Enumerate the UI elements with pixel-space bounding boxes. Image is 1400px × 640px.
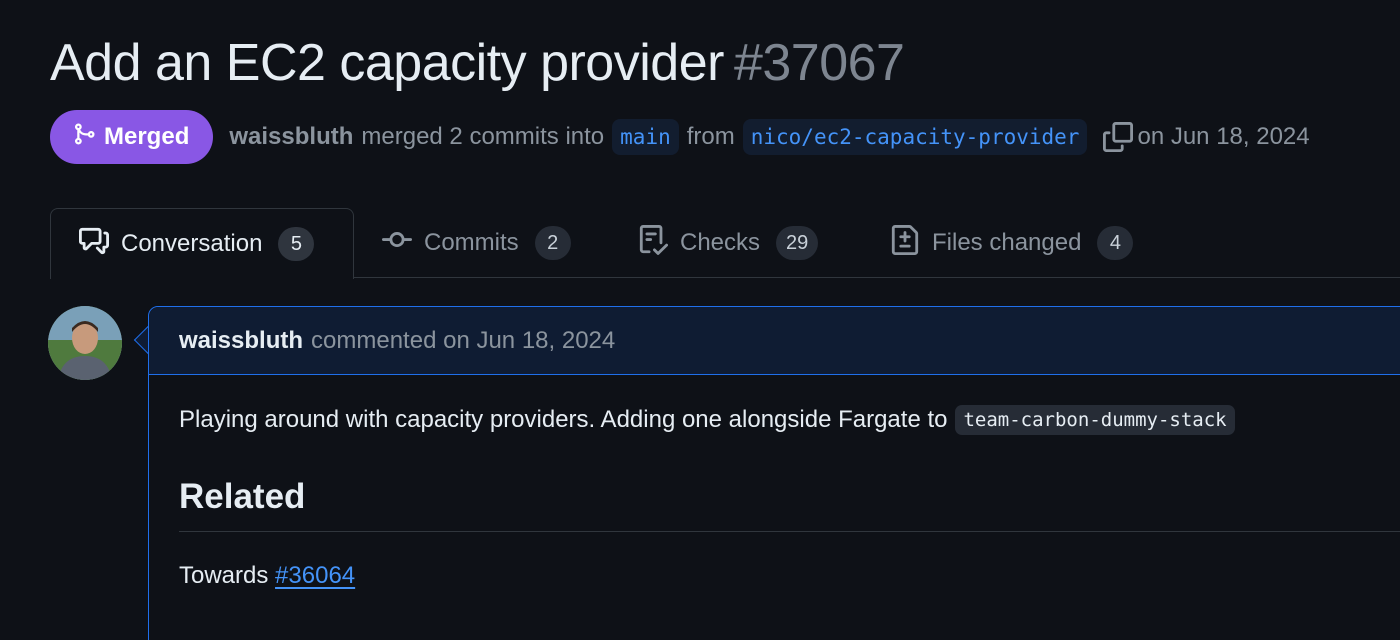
state-label: Merged bbox=[104, 123, 190, 150]
tab-label: Files changed bbox=[932, 229, 1082, 256]
avatar[interactable] bbox=[48, 306, 122, 380]
comment-meta[interactable]: commented on Jun 18, 2024 bbox=[311, 327, 615, 355]
pr-meta: Merged waissbluth merged 2 commits into … bbox=[50, 110, 1310, 164]
tab-label: Commits bbox=[424, 229, 519, 256]
towards-text: Towards bbox=[179, 562, 269, 589]
tab-label: Checks bbox=[680, 229, 761, 256]
pull-request-page: Add an EC2 capacity provider #37067 Merge… bbox=[0, 0, 1400, 640]
merge-text: merged 2 commits into bbox=[361, 123, 605, 150]
pr-tabs: Conversation 5 Commits 2 Checks 29 Files… bbox=[50, 208, 1400, 279]
comment-card: waissbluth commented on Jun 18, 2024 Pla… bbox=[148, 306, 1400, 640]
comment-header: waissbluth commented on Jun 18, 2024 bbox=[149, 307, 1400, 375]
comment-paragraph: Playing around with capacity providers. … bbox=[179, 405, 1387, 435]
related-heading: Related bbox=[179, 477, 1400, 532]
base-branch[interactable]: main bbox=[612, 119, 679, 155]
copy-icon[interactable] bbox=[1103, 122, 1134, 152]
git-commit-icon bbox=[382, 225, 412, 262]
inline-code: team-carbon-dummy-stack bbox=[955, 405, 1235, 435]
tab-conversation[interactable]: Conversation 5 bbox=[50, 208, 354, 279]
comment-author-link[interactable]: waissbluth bbox=[179, 327, 303, 355]
tab-files-changed[interactable]: Files changed 4 bbox=[890, 208, 1134, 278]
comment-discussion-icon bbox=[79, 226, 109, 263]
comment-text: Playing around with capacity providers. … bbox=[179, 406, 948, 433]
git-merge-icon bbox=[72, 122, 96, 153]
issue-link[interactable]: #36064 bbox=[275, 562, 355, 589]
pr-title: Add an EC2 capacity provider bbox=[50, 34, 724, 92]
merge-date: on Jun 18, 2024 bbox=[1137, 123, 1310, 150]
pr-number: #37067 bbox=[733, 34, 905, 92]
tab-counter: 2 bbox=[534, 226, 571, 260]
from-text: from bbox=[686, 123, 735, 150]
tab-checks[interactable]: Checks 29 bbox=[638, 208, 819, 278]
file-diff-icon bbox=[890, 224, 920, 262]
checklist-icon bbox=[638, 224, 669, 262]
tab-counter: 29 bbox=[776, 226, 819, 260]
head-branch[interactable]: nico/ec2-capacity-provider bbox=[742, 119, 1088, 155]
tab-counter: 4 bbox=[1097, 226, 1134, 260]
towards-line: Towards #36064 bbox=[179, 562, 1387, 590]
tab-commits[interactable]: Commits 2 bbox=[382, 208, 571, 278]
merge-summary: waissbluth merged 2 commits into main fr… bbox=[229, 119, 1310, 155]
tab-label: Conversation bbox=[121, 230, 263, 257]
page-title: Add an EC2 capacity provider #37067 bbox=[50, 30, 905, 96]
tab-counter: 5 bbox=[278, 227, 315, 261]
pr-author-link[interactable]: waissbluth bbox=[229, 123, 353, 151]
merged-status-badge: Merged bbox=[50, 110, 214, 164]
comment-body: Playing around with capacity providers. … bbox=[149, 375, 1400, 590]
